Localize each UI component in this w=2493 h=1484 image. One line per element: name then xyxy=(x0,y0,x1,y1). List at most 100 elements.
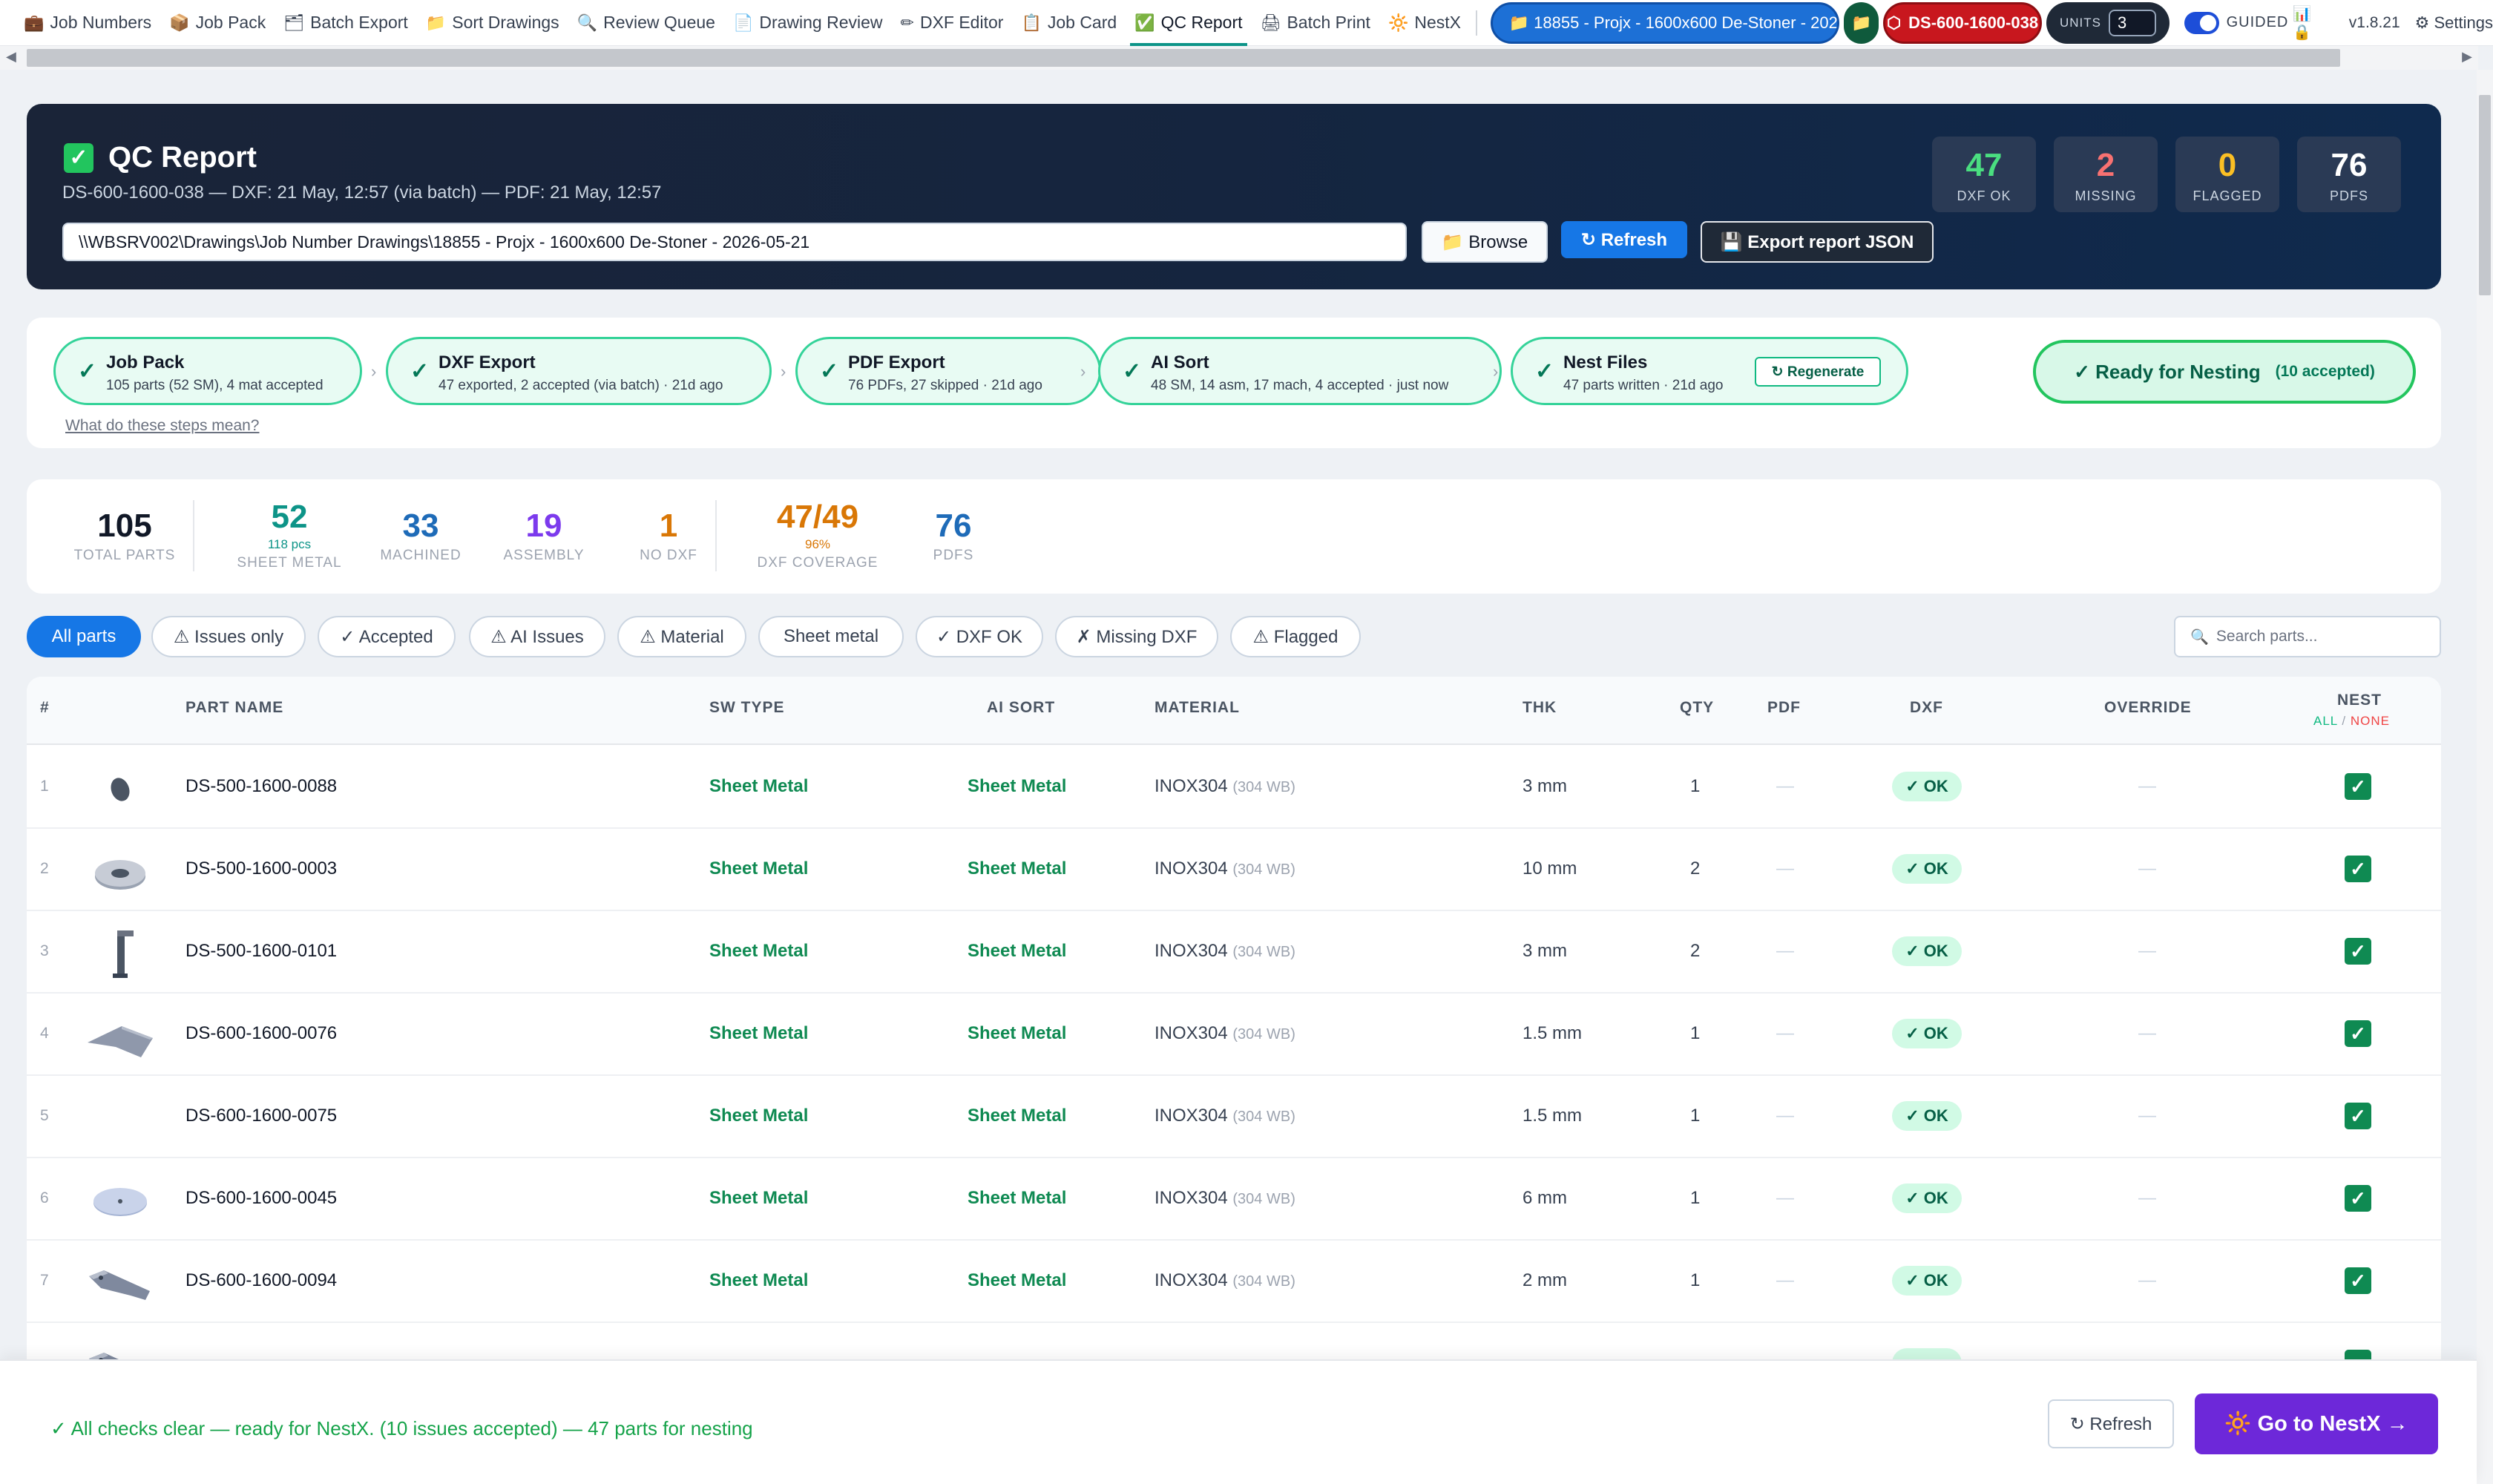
nav-dxf-editor[interactable]: ✏ DXF Editor xyxy=(892,0,1013,46)
nest-select-links: ALL / NONE xyxy=(2313,714,2390,729)
drawing-path-input[interactable]: \\WBSRV002\Drawings\Job Number Drawings\… xyxy=(62,223,1407,261)
material-name: INOX304 xyxy=(1154,1106,1228,1126)
ready-for-nesting-badge: ✓ Ready for Nesting (10 accepted) xyxy=(2033,340,2416,404)
filter-missing-dxf[interactable]: ✗ Missing DXF xyxy=(1055,616,1218,657)
summary-label: MACHINED xyxy=(380,548,462,563)
col-ai-sort[interactable]: AI SORT xyxy=(987,699,1055,717)
override-cell[interactable]: — xyxy=(2138,1106,2156,1126)
nav-label: Job Numbers xyxy=(50,13,152,32)
export-json-button[interactable]: 💾 Export report JSON xyxy=(1701,221,1934,263)
nest-checkbox[interactable]: ✓ xyxy=(2345,773,2371,800)
bottom-refresh-button[interactable]: ↻ Refresh xyxy=(2048,1399,2174,1448)
check-box-icon: ✅ xyxy=(1134,13,1155,32)
material: INOX304 (304 WB) xyxy=(1154,1023,1295,1044)
override-cell[interactable]: — xyxy=(2138,776,2156,797)
filter-dxf-ok[interactable]: ✓ DXF OK xyxy=(916,616,1043,657)
ds-number-badge[interactable]: ⬡ DS-600-1600-038 xyxy=(1883,1,2042,44)
nav-batch-export[interactable]: 🗂 Batch Export xyxy=(275,0,417,46)
step-nest-files[interactable]: ✓ Nest Files 47 parts written · 21d ago … xyxy=(1511,337,1908,405)
part-name[interactable]: DS-600-1600-0094 xyxy=(185,1270,337,1291)
override-cell[interactable]: — xyxy=(2138,941,2156,962)
table-row[interactable]: 5 DS-600-1600-0075 Sheet Metal Sheet Metal I… xyxy=(27,1076,2441,1158)
col-override[interactable]: OVERRIDE xyxy=(2104,699,2192,717)
browse-button[interactable]: 📁 Browse xyxy=(1422,221,1548,263)
open-folder-button[interactable]: 📁 xyxy=(1844,1,1879,44)
nav-job-pack[interactable]: 📦 Job Pack xyxy=(160,0,275,46)
printer-icon: 🖨 xyxy=(1260,13,1281,32)
col-pdf[interactable]: PDF xyxy=(1767,699,1801,717)
override-cell[interactable]: — xyxy=(2138,858,2156,879)
part-name[interactable]: DS-500-1600-0088 xyxy=(185,776,337,797)
table-row[interactable]: 2 DS-500-1600-0003 Sheet Metal Sheet Metal I… xyxy=(27,829,2441,911)
part-name[interactable]: DS-600-1600-0076 xyxy=(185,1023,337,1044)
summary-sub: 96% xyxy=(804,537,831,551)
step-ai-sort[interactable]: ✓ AI Sort 48 SM, 14 asm, 17 mach, 4 acce… xyxy=(1098,337,1502,405)
sw-type: Sheet Metal xyxy=(709,776,809,796)
nav-job-card[interactable]: 📋 Job Card xyxy=(1012,0,1126,46)
filter-material[interactable]: ⚠ Material xyxy=(617,616,746,657)
part-thumbnail xyxy=(79,1169,160,1231)
table-row[interactable]: 6 DS-600-1600-0045 Sheet Metal Sheet Metal I… xyxy=(27,1158,2441,1241)
nest-checkbox[interactable]: ✓ xyxy=(2345,1020,2371,1047)
nest-select-all[interactable]: ALL xyxy=(2313,714,2338,728)
horizontal-scrollbar[interactable]: ◀ ▶ xyxy=(0,46,2478,70)
nest-checkbox[interactable]: ✓ xyxy=(2345,1103,2371,1129)
nest-checkbox[interactable]: ✓ xyxy=(2345,938,2371,965)
part-name[interactable]: DS-600-1600-0075 xyxy=(185,1106,337,1126)
part-name[interactable]: DS-600-1600-0045 xyxy=(185,1188,337,1209)
table-row[interactable]: 7 DS-600-1600-0094 Sheet Metal Sheet Metal I… xyxy=(27,1241,2441,1323)
step-job-pack[interactable]: ✓ Job Pack 105 parts (52 SM), 4 mat acce… xyxy=(53,337,362,405)
search-input[interactable]: 🔍 Search parts... xyxy=(2174,616,2441,657)
table-row[interactable]: 4 DS-600-1600-0076 Sheet Metal Sheet Metal I… xyxy=(27,994,2441,1076)
filter-ai-issues[interactable]: ⚠ AI Issues xyxy=(469,616,605,657)
nest-checkbox[interactable]: ✓ xyxy=(2345,1185,2371,1212)
units-input[interactable]: 3 xyxy=(2108,9,2156,36)
sw-type: Sheet Metal xyxy=(709,858,809,879)
filter-accepted[interactable]: ✓ Accepted xyxy=(318,616,456,657)
nest-select-none[interactable]: NONE xyxy=(2351,714,2390,728)
override-cell[interactable]: — xyxy=(2138,1023,2156,1044)
nest-checkbox[interactable]: ✓ xyxy=(2345,1267,2371,1294)
nest-checkbox[interactable]: ✓ xyxy=(2345,856,2371,882)
job-selector[interactable]: 📁 18855 - Projx - 1600x600 De-Stoner - 2… xyxy=(1490,1,1840,44)
col-dxf[interactable]: DXF xyxy=(1910,699,1943,717)
scroll-right-icon[interactable]: ▶ xyxy=(2462,49,2472,65)
step-dxf-export[interactable]: ✓ DXF Export 47 exported, 2 accepted (vi… xyxy=(386,337,772,405)
filter-sheet-metal[interactable]: Sheet metal xyxy=(758,616,904,657)
override-cell[interactable]: — xyxy=(2138,1270,2156,1291)
table-row[interactable]: 1 DS-500-1600-0088 Sheet Metal Sheet Metal I… xyxy=(27,746,2441,829)
scroll-left-icon[interactable]: ◀ xyxy=(6,49,16,65)
part-name[interactable]: DS-500-1600-0101 xyxy=(185,941,337,962)
vertical-scrollbar[interactable] xyxy=(2477,70,2493,1484)
summary-sheet-metal: 52 118 pcs SHEET METAL xyxy=(223,499,356,571)
col-material[interactable]: MATERIAL xyxy=(1154,699,1240,717)
col-sw-type[interactable]: SW TYPE xyxy=(709,699,785,717)
settings-button[interactable]: ⚙ Settings xyxy=(2415,13,2493,33)
col-thk[interactable]: THK xyxy=(1523,699,1557,717)
part-name[interactable]: DS-500-1600-0003 xyxy=(185,858,337,879)
steps-help-link[interactable]: What do these steps mean? xyxy=(65,417,260,435)
guided-toggle[interactable] xyxy=(2184,11,2219,34)
nav-batch-print[interactable]: 🖨 Batch Print xyxy=(1252,0,1379,46)
col-qty[interactable]: QTY xyxy=(1680,699,1714,717)
override-cell[interactable]: — xyxy=(2138,1188,2156,1209)
refresh-button[interactable]: ↻ Refresh xyxy=(1561,221,1687,258)
nav-sort-drawings[interactable]: 📁 Sort Drawings xyxy=(417,0,568,46)
nav-nestx[interactable]: 🔆 NestX xyxy=(1379,0,1470,46)
go-to-nestx-button[interactable]: 🔆 Go to NestX → xyxy=(2195,1393,2438,1454)
nav-job-numbers[interactable]: 💼 Job Numbers xyxy=(15,0,160,46)
filter-flagged[interactable]: ⚠ Flagged xyxy=(1230,616,1361,657)
nav-qc-report[interactable]: ✅ QC Report xyxy=(1126,0,1251,46)
table-row[interactable]: 3 DS-500-1600-0101 Sheet Metal Sheet Metal I… xyxy=(27,911,2441,994)
page-title: ✓ QC Report xyxy=(64,141,257,174)
nav-drawing-review[interactable]: 📄 Drawing Review xyxy=(724,0,892,46)
filter-issues-only[interactable]: ⚠ Issues only xyxy=(151,616,306,657)
scrollbar-thumb[interactable] xyxy=(27,49,2340,67)
col-part-name[interactable]: PART NAME xyxy=(185,699,283,717)
nav-label: Job Card xyxy=(1047,13,1117,32)
regenerate-button[interactable]: ↻ Regenerate xyxy=(1755,357,1881,387)
scrollbar-thumb[interactable] xyxy=(2479,95,2491,295)
nav-review-queue[interactable]: 🔍 Review Queue xyxy=(568,0,724,46)
filter-all-parts[interactable]: All parts xyxy=(27,616,141,657)
step-pdf-export[interactable]: ✓ PDF Export 76 PDFs, 27 skipped · 21d a… xyxy=(795,337,1101,405)
